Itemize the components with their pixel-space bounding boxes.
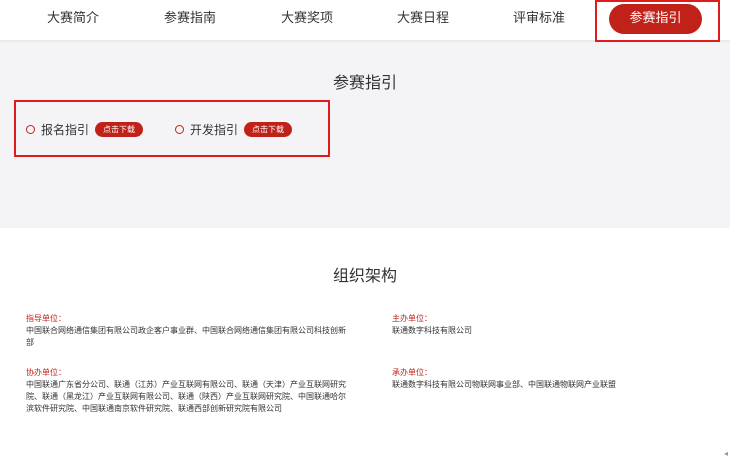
org-organizer-unit-text: 联通数字科技有限公司物联网事业部、中国联通物联网产业联盟 <box>392 380 616 389</box>
org-guide-unit: 指导单位： 中国联合网络通信集团有限公司政企客户事业群、中国联合网络通信集团有限… <box>26 313 346 349</box>
org-co-unit-label: 协办单位： <box>26 368 66 377</box>
guide-item-registration: 报名指引 点击下载 <box>26 120 144 138</box>
download-button-development[interactable]: 点击下载 <box>244 121 293 137</box>
top-nav: 大赛简介 参赛指南 大赛奖项 大赛日程 评审标准 参赛指引 <box>0 0 730 40</box>
org-guide-unit-text: 中国联合网络通信集团有限公司政企客户事业群、中国联合网络通信集团有限公司科技创新… <box>26 326 346 347</box>
org-co-unit: 协办单位： 中国联通广东省分公司、联通（江苏）产业互联网有限公司、联通（天津）产… <box>26 367 346 415</box>
guide-item-label: 开发指引 <box>190 122 239 137</box>
guide-section-title: 参赛指引 <box>332 73 397 92</box>
org-host-unit-label: 主办单位： <box>392 314 432 323</box>
org-section-title: 组织架构 <box>332 266 397 285</box>
scroll-left-icon[interactable]: ◂ <box>724 449 728 458</box>
nav-item-intro[interactable]: 大赛简介 <box>23 0 123 40</box>
guide-item-label: 报名指引 <box>41 122 90 137</box>
org-host-unit-text: 联通数字科技有限公司 <box>392 326 472 335</box>
guide-item-development: 开发指引 点击下载 <box>175 120 293 138</box>
org-co-unit-text: 中国联通广东省分公司、联通（江苏）产业互联网有限公司、联通（天津）产业互联网研究… <box>26 380 346 413</box>
circle-bullet-icon <box>26 124 35 134</box>
download-button-registration[interactable]: 点击下载 <box>95 121 144 137</box>
nav-item-awards[interactable]: 大赛奖项 <box>257 0 357 40</box>
org-organizer-unit-label: 承办单位： <box>392 368 432 377</box>
guide-section: 参赛指引 报名指引 点击下载 开发指引 点击下载 <box>0 40 730 228</box>
org-organizer-unit: 承办单位： 联通数字科技有限公司物联网事业部、中国联通物联网产业联盟 <box>392 367 702 391</box>
nav-item-criteria[interactable]: 评审标准 <box>489 0 589 40</box>
circle-bullet-icon <box>175 124 184 134</box>
nav-item-guide[interactable]: 参赛指南 <box>140 0 240 40</box>
nav-item-schedule[interactable]: 大赛日程 <box>373 0 473 40</box>
org-guide-unit-label: 指导单位： <box>26 314 66 323</box>
nav-item-participation-guide[interactable]: 参赛指引 <box>609 4 702 34</box>
org-host-unit: 主办单位： 联通数字科技有限公司 <box>392 313 702 337</box>
